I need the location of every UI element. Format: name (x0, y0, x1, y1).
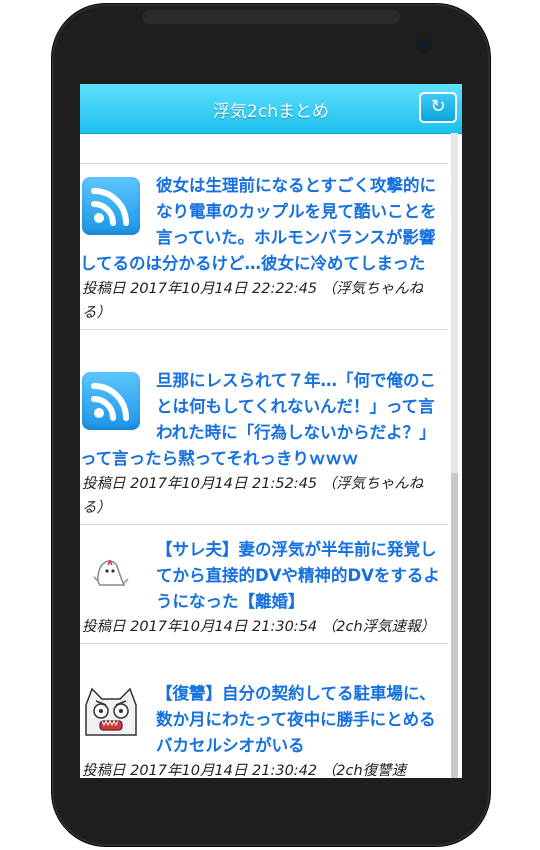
list-item[interactable]: 【復讐】自分の契約してる駐車場に、数か月にわたって夜中に勝手にとめるバカセルシオ… (80, 677, 448, 778)
list-item[interactable]: 【サレ夫】妻の浮気が半年前に発覚してから直接的DVや精神的DVをするようになった… (80, 533, 448, 644)
app-title: 浮気2chまとめ (213, 102, 329, 122)
phone-speaker (142, 10, 400, 24)
article-list[interactable]: 彼女は生理前になるとすごく攻撃的になり電車のカップルを見て酷いことを言っていた。… (80, 133, 462, 778)
rss-icon (82, 177, 140, 235)
front-camera (416, 38, 432, 54)
ghost-character-icon (82, 541, 140, 599)
angry-cat-face-icon (82, 685, 140, 743)
list-item[interactable]: 旦那にレスられて７年…「何で俺のことは何もしてくれないんだ！」って言われた時に「… (80, 364, 448, 525)
rss-icon (82, 372, 140, 430)
refresh-button[interactable]: ↻ (419, 92, 457, 123)
article-meta: 投稿日 2017年10月14日 21:30:54 （2ch浮気速報） (82, 619, 436, 635)
scrollbar[interactable] (451, 133, 458, 778)
list-divider (80, 163, 448, 164)
refresh-icon: ↻ (430, 96, 446, 117)
article-meta: 投稿日 2017年10月14日 22:22:45 （浮気ちゃんねる） (82, 281, 424, 321)
app-bar: 浮気2chまとめ ↻ (80, 84, 462, 134)
scrollbar-thumb[interactable] (451, 473, 458, 778)
app-screen: 浮気2chまとめ ↻ 彼女は生理前になるとすごく攻撃的になり電車のカップルを見て… (80, 84, 462, 778)
list-item[interactable]: 彼女は生理前になるとすごく攻撃的になり電車のカップルを見て酷いことを言っていた。… (80, 169, 448, 330)
article-meta: 投稿日 2017年10月14日 21:30:42 （2ch復讐速 (82, 763, 407, 778)
article-meta: 投稿日 2017年10月14日 21:52:45 （浮気ちゃんねる） (82, 476, 424, 516)
